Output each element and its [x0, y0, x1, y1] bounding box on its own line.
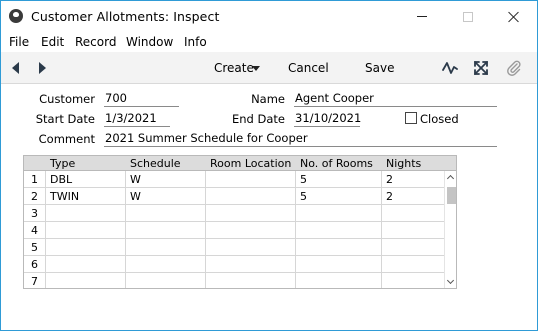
cell-rooms[interactable] [296, 273, 382, 288]
cell-nights[interactable] [382, 256, 444, 273]
allotment-form: Customer 700 Name Agent Cooper Start Dat… [1, 85, 537, 331]
row-number: 6 [24, 256, 46, 273]
paperclip-icon[interactable] [506, 60, 522, 76]
menu-bar: File Edit Record Window Info [1, 32, 537, 52]
start-date-field[interactable]: 1/3/2021 [104, 111, 170, 127]
cell-rooms[interactable]: 5 [296, 188, 382, 205]
scroll-thumb[interactable] [447, 187, 456, 204]
cell-schedule[interactable] [126, 222, 206, 239]
cell-rooms[interactable] [296, 205, 382, 222]
cell-type[interactable]: TWIN [46, 188, 126, 205]
cell-type[interactable] [46, 256, 126, 273]
cell-room-location[interactable] [206, 171, 296, 188]
menu-edit[interactable]: Edit [41, 35, 64, 49]
save-button[interactable]: Save [365, 61, 394, 75]
cell-nights[interactable] [382, 205, 444, 222]
create-dropdown-icon[interactable] [252, 66, 260, 71]
cell-schedule[interactable] [126, 239, 206, 256]
cell-nights[interactable] [382, 239, 444, 256]
column-header-nights[interactable]: Nights [386, 157, 421, 170]
column-header-no-of-rooms[interactable]: No. of Rooms [300, 157, 373, 170]
cell-nights[interactable]: 2 [382, 171, 444, 188]
customer-label: Customer [39, 92, 95, 106]
start-date-label: Start Date [35, 112, 95, 126]
activity-icon[interactable] [442, 60, 458, 76]
row-number: 4 [24, 222, 46, 239]
customer-field[interactable]: 700 [104, 91, 179, 107]
table-row[interactable]: 7 [24, 273, 444, 288]
inspect-window: Customer Allotments: Inspect File Edit R… [0, 0, 538, 331]
name-field[interactable]: Agent Cooper [294, 91, 497, 107]
cell-nights[interactable] [382, 273, 444, 288]
cell-rooms[interactable] [296, 239, 382, 256]
table-row[interactable]: 1 DBL W 5 2 [24, 171, 444, 188]
back-arrow-icon[interactable] [12, 62, 19, 74]
cell-type[interactable] [46, 273, 126, 288]
column-header-room-location[interactable]: Room Location [210, 157, 291, 170]
end-date-label: End Date [232, 112, 285, 126]
table-row[interactable]: 2 TWIN W 5 2 [24, 188, 444, 205]
row-number: 2 [24, 188, 46, 205]
window-title: Customer Allotments: Inspect [31, 9, 220, 24]
cell-schedule[interactable] [126, 205, 206, 222]
row-number: 7 [24, 273, 46, 288]
cell-schedule[interactable]: W [126, 188, 206, 205]
scroll-down-icon[interactable] [446, 276, 455, 285]
close-button[interactable] [491, 1, 537, 32]
cell-room-location[interactable] [206, 222, 296, 239]
cell-schedule[interactable]: W [126, 171, 206, 188]
cell-rooms[interactable]: 5 [296, 171, 382, 188]
closed-checkbox[interactable] [405, 112, 417, 124]
close-icon [508, 11, 520, 23]
table-row[interactable]: 3 [24, 205, 444, 222]
closed-label: Closed [420, 112, 459, 126]
column-header-type[interactable]: Type [50, 157, 75, 170]
comment-label: Comment [38, 132, 95, 146]
grid-scrollbar[interactable] [444, 171, 456, 288]
table-row[interactable]: 5 [24, 239, 444, 256]
allotment-grid: Type Schedule Room Location No. of Rooms… [23, 155, 457, 289]
grid-header: Type Schedule Room Location No. of Rooms… [24, 156, 456, 171]
cell-room-location[interactable] [206, 205, 296, 222]
row-number: 5 [24, 239, 46, 256]
table-row[interactable]: 6 [24, 256, 444, 273]
row-number: 1 [24, 171, 46, 188]
cell-nights[interactable] [382, 222, 444, 239]
cell-schedule[interactable] [126, 273, 206, 288]
create-button[interactable]: Create [214, 61, 254, 75]
cancel-button[interactable]: Cancel [288, 61, 329, 75]
forward-arrow-icon[interactable] [39, 62, 46, 74]
name-label: Name [251, 92, 285, 106]
cell-rooms[interactable] [296, 222, 382, 239]
comment-field[interactable]: 2021 Summer Schedule for Cooper [104, 131, 497, 147]
maximize-button [445, 1, 491, 32]
cell-room-location[interactable] [206, 256, 296, 273]
menu-file[interactable]: File [9, 35, 29, 49]
menu-info[interactable]: Info [184, 35, 207, 49]
cell-room-location[interactable] [206, 188, 296, 205]
toolbar: Create Cancel Save [1, 52, 537, 84]
expand-icon[interactable] [473, 60, 489, 76]
cell-room-location[interactable] [206, 273, 296, 288]
scroll-up-icon[interactable] [446, 174, 455, 183]
cell-schedule[interactable] [126, 256, 206, 273]
minimize-button[interactable] [399, 1, 445, 32]
cell-type[interactable] [46, 205, 126, 222]
menu-record[interactable]: Record [75, 35, 116, 49]
maximize-icon [463, 11, 473, 22]
cell-type[interactable] [46, 222, 126, 239]
title-bar[interactable]: Customer Allotments: Inspect [1, 1, 537, 32]
cell-rooms[interactable] [296, 256, 382, 273]
cell-room-location[interactable] [206, 239, 296, 256]
cell-type[interactable] [46, 239, 126, 256]
cell-nights[interactable]: 2 [382, 188, 444, 205]
column-header-schedule[interactable]: Schedule [130, 157, 181, 170]
cell-type[interactable]: DBL [46, 171, 126, 188]
table-row[interactable]: 4 [24, 222, 444, 239]
end-date-field[interactable]: 31/10/2021 [294, 111, 361, 127]
menu-window[interactable]: Window [126, 35, 173, 49]
row-number: 3 [24, 205, 46, 222]
minimize-icon [417, 16, 427, 17]
app-icon [9, 9, 23, 23]
